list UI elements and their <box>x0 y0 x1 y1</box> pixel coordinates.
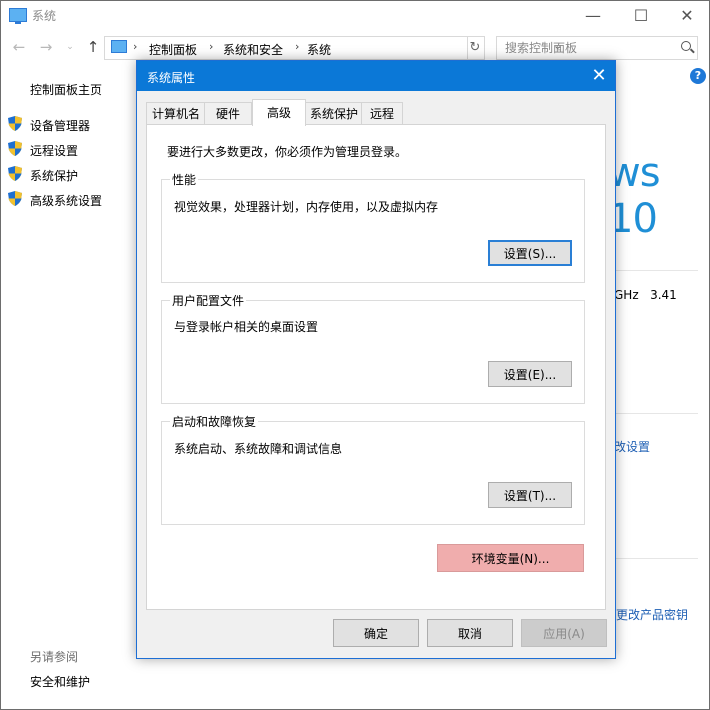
tab-advanced[interactable]: 高级 <box>252 99 306 126</box>
user-profiles-settings-button[interactable]: 设置(E)... <box>488 361 572 387</box>
section-divider <box>614 270 698 271</box>
apply-button[interactable]: 应用(A) <box>521 619 607 647</box>
ok-button[interactable]: 确定 <box>333 619 419 647</box>
left-link-device-manager[interactable]: 设备管理器 <box>30 117 90 134</box>
computer-icon <box>9 8 27 24</box>
tab-computer-name[interactable]: 计算机名 <box>146 102 206 125</box>
dialog-close-icon[interactable]: ✕ <box>583 61 615 91</box>
system-properties-dialog: 系统属性 ✕ 计算机名 硬件 高级 系统保护 远程 要进行大多数更改，你必须作为… <box>136 60 616 659</box>
breadcrumb-control-panel[interactable]: 控制面板 <box>149 41 197 58</box>
help-icon[interactable]: ? <box>690 68 706 84</box>
minimize-button[interactable]: — <box>570 1 616 31</box>
startup-recovery-description: 系统启动、系统故障和调试信息 <box>174 442 343 456</box>
tab-system-protection[interactable]: 系统保护 <box>305 102 363 125</box>
windows-10-logo-text: ws 10 <box>608 150 661 242</box>
advanced-tab-panel: 要进行大多数更改，你必须作为管理员登录。 性能 视觉效果，处理器计划，内存使用，… <box>146 124 606 610</box>
cancel-button[interactable]: 取消 <box>427 619 513 647</box>
performance-description: 视觉效果，处理器计划，内存使用，以及虚拟内存 <box>174 200 439 214</box>
performance-settings-button[interactable]: 设置(S)... <box>488 240 572 266</box>
breadcrumb-system[interactable]: 系统 <box>307 41 331 58</box>
performance-group: 性能 视觉效果，处理器计划，内存使用，以及虚拟内存 设置(S)... <box>161 171 585 283</box>
left-link-advanced-system-settings[interactable]: 高级系统设置 <box>30 192 102 209</box>
see-also-heading: 另请参阅 <box>30 650 79 664</box>
startup-recovery-group-title: 启动和故障恢复 <box>170 413 259 430</box>
change-product-key-link[interactable]: 更改产品密钥 <box>616 606 688 623</box>
tab-hardware[interactable]: 硬件 <box>204 102 252 125</box>
window-title: 系统 <box>32 9 57 23</box>
back-arrow-icon[interactable]: ← <box>9 36 29 58</box>
dialog-title: 系统属性 <box>147 71 196 85</box>
recent-locations-chevron-icon[interactable]: ⌄ <box>60 36 80 58</box>
environment-variables-button[interactable]: 环境变量(N)... <box>437 544 584 572</box>
up-arrow-icon[interactable]: ↑ <box>83 36 103 58</box>
forward-arrow-icon[interactable]: → <box>36 36 56 58</box>
dialog-titlebar: 系统属性 ✕ <box>137 61 615 91</box>
processor-speed-text: GHz 3.41 <box>614 288 677 302</box>
see-also-security-maintenance-link[interactable]: 安全和维护 <box>30 673 90 690</box>
search-input[interactable] <box>503 37 677 59</box>
maximize-button[interactable]: ☐ <box>618 1 664 31</box>
startup-recovery-group: 启动和故障恢复 系统启动、系统故障和调试信息 设置(T)... <box>161 413 585 525</box>
performance-group-title: 性能 <box>170 171 199 188</box>
user-profiles-group-title: 用户配置文件 <box>170 292 247 309</box>
close-window-button[interactable]: ✕ <box>664 1 710 31</box>
admin-note: 要进行大多数更改，你必须作为管理员登录。 <box>167 145 408 159</box>
uac-shield-icon <box>8 116 22 131</box>
control-panel-home-link[interactable]: 控制面板主页 <box>30 81 102 98</box>
breadcrumb-separator-icon: › <box>133 40 138 53</box>
refresh-icon[interactable]: ↻ <box>466 36 485 60</box>
breadcrumb-separator-icon: › <box>209 40 214 53</box>
search-icon[interactable] <box>681 41 691 51</box>
address-bar[interactable]: › 控制面板 › 系统和安全 › 系统 ⌄ <box>104 36 562 60</box>
uac-shield-icon <box>8 141 22 156</box>
computer-icon <box>111 40 127 53</box>
uac-shield-icon <box>8 166 22 181</box>
uac-shield-icon <box>8 191 22 206</box>
left-link-system-protection[interactable]: 系统保护 <box>30 167 78 184</box>
section-divider <box>614 558 698 559</box>
window-titlebar: 系统 — ☐ ✕ <box>1 1 709 31</box>
change-settings-link[interactable]: 改设置 <box>614 438 650 455</box>
tab-remote[interactable]: 远程 <box>361 102 403 125</box>
user-profiles-group: 用户配置文件 与登录帐户相关的桌面设置 设置(E)... <box>161 292 585 404</box>
startup-recovery-settings-button[interactable]: 设置(T)... <box>488 482 572 508</box>
user-profiles-description: 与登录帐户相关的桌面设置 <box>174 320 319 334</box>
search-box[interactable] <box>496 36 698 60</box>
section-divider <box>614 413 698 414</box>
breadcrumb-system-security[interactable]: 系统和安全 <box>223 41 283 58</box>
address-row: ← → ⌄ ↑ › 控制面板 › 系统和安全 › 系统 ⌄ ↻ <box>0 32 710 62</box>
breadcrumb-separator-icon: › <box>295 40 300 53</box>
left-link-remote-settings[interactable]: 远程设置 <box>30 142 78 159</box>
